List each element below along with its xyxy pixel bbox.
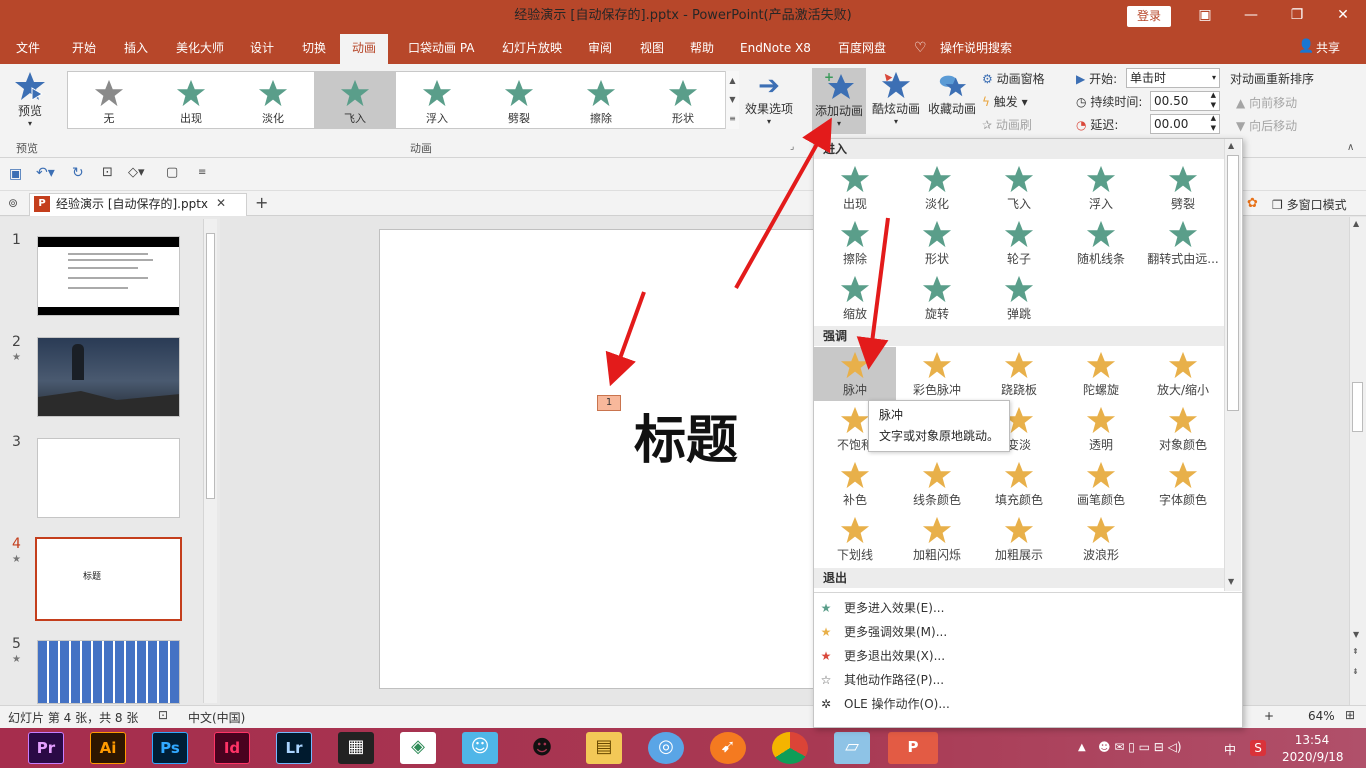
red-arrow-annotations (605, 117, 890, 387)
